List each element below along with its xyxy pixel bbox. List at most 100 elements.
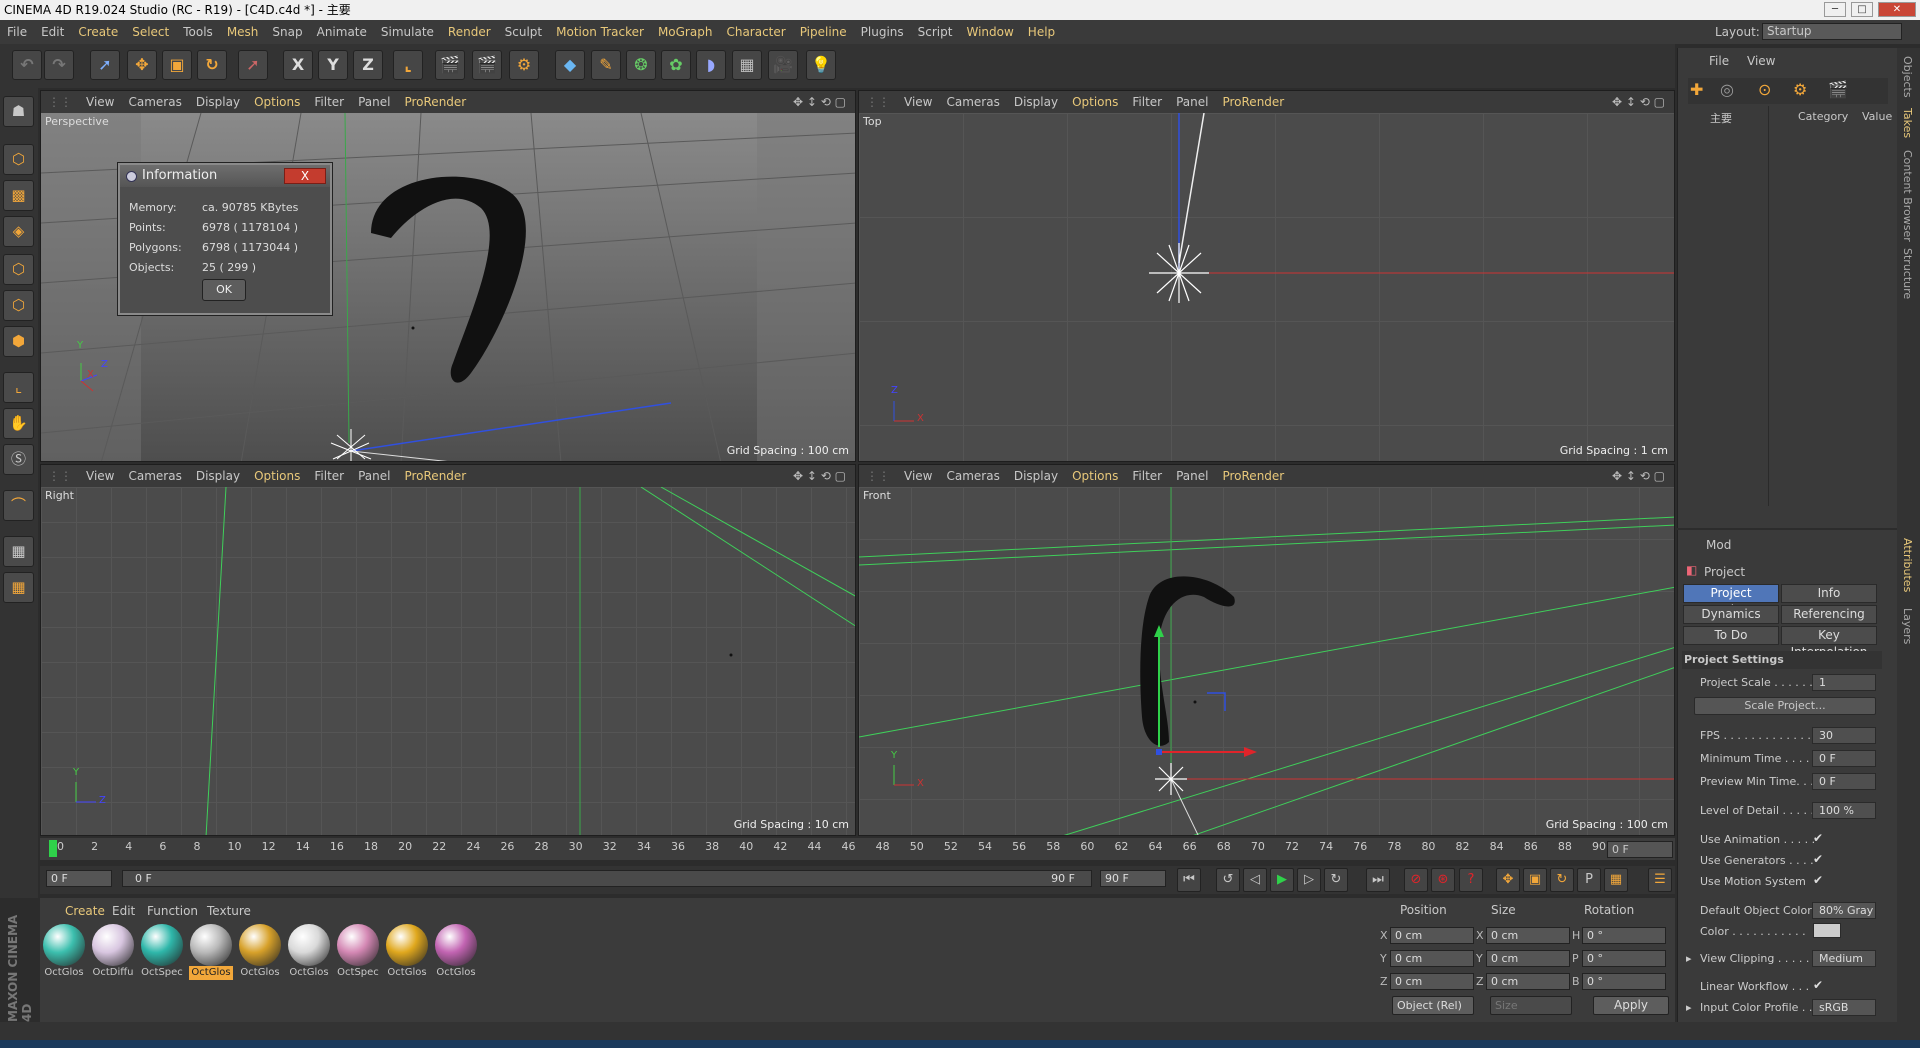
current-frame-field[interactable]: 0 F: [1607, 841, 1673, 858]
top-canvas[interactable]: Z X Grid Spacing : 1 cm: [859, 113, 1674, 461]
maximize-button[interactable]: □: [1851, 2, 1873, 17]
override-icon[interactable]: ⊙: [1758, 80, 1771, 99]
move-tool-icon[interactable]: ✥: [127, 50, 157, 80]
material-item[interactable]: OctSpec: [336, 924, 380, 986]
input-profile-dropdown[interactable]: sRGB: [1812, 999, 1876, 1016]
menu-sculpt[interactable]: Sculpt: [498, 20, 549, 44]
material-item[interactable]: OctGlos: [434, 924, 478, 986]
z-axis-lock-button[interactable]: Z: [353, 50, 383, 80]
viewport-menu-view[interactable]: View: [897, 91, 939, 113]
mat-menu-texture[interactable]: Texture: [207, 904, 251, 918]
light-icon[interactable]: 💡: [806, 50, 836, 80]
x-axis-lock-button[interactable]: X: [283, 50, 313, 80]
viewport-front[interactable]: ⋮⋮ View Cameras Display Options Filter Panel Pr…: [858, 464, 1675, 836]
menu-simulate[interactable]: Simulate: [374, 20, 441, 44]
size-field[interactable]: 0 cm: [1486, 950, 1570, 967]
next-key-icon[interactable]: ↻: [1324, 868, 1348, 892]
viewport-grip-icon[interactable]: ⋮⋮: [41, 91, 79, 113]
goto-end-icon[interactable]: ⏭: [1366, 868, 1390, 892]
layout-dropdown[interactable]: Startup: [1762, 23, 1902, 40]
viewport-nav-icons[interactable]: ✥ ↕ ⟲ ▢: [1605, 91, 1672, 113]
viewport-menu-prorender[interactable]: ProRender: [397, 91, 473, 113]
menu-character[interactable]: Character: [719, 20, 792, 44]
recent-tool-icon[interactable]: ➚: [238, 50, 268, 80]
viewport-menu-display[interactable]: Display: [189, 91, 247, 113]
snap-icon[interactable]: Ⓢ: [3, 444, 34, 475]
lock-override-icon[interactable]: 🎬: [1828, 80, 1848, 99]
viewport-menu-view[interactable]: View: [79, 91, 121, 113]
workplane-icon[interactable]: ◈: [3, 216, 34, 247]
take-sub-icon[interactable]: ◎: [1720, 80, 1734, 99]
min-time-field[interactable]: 0 F: [1812, 750, 1876, 767]
autokey-icon[interactable]: ⊛: [1431, 868, 1455, 892]
menu-plugins[interactable]: Plugins: [854, 20, 911, 44]
menu-pipeline[interactable]: Pipeline: [793, 20, 854, 44]
linear-workflow-checkbox[interactable]: ✔: [1813, 978, 1823, 992]
use-motion-checkbox[interactable]: ✔: [1813, 873, 1823, 887]
menu-tools[interactable]: Tools: [176, 20, 220, 44]
obj-menu-view[interactable]: View: [1747, 54, 1775, 68]
viewport-nav-icons[interactable]: ✥ ↕ ⟲ ▢: [786, 465, 853, 487]
texture-mode-icon[interactable]: ▩: [3, 180, 34, 211]
mat-menu-edit[interactable]: Edit: [112, 904, 135, 918]
viewport-top[interactable]: ⋮⋮ View Cameras Display Options Filter Panel Pr…: [858, 90, 1675, 462]
material-item[interactable]: OctGlos: [42, 924, 86, 986]
menu-mograph[interactable]: MoGraph: [651, 20, 720, 44]
preview-min-field[interactable]: 0 F: [1812, 773, 1876, 790]
goto-start-icon[interactable]: ⏮: [1177, 868, 1201, 892]
axis-mode-icon[interactable]: ⌞: [3, 372, 34, 403]
start-frame-field[interactable]: 0 F: [46, 870, 112, 887]
viewport-menu-options[interactable]: Options: [247, 465, 307, 487]
viewport-right[interactable]: ⋮⋮ View Cameras Display Options Filter Panel Pr…: [40, 464, 856, 836]
timeline-window-icon[interactable]: ☰: [1648, 868, 1672, 892]
project-scale-field[interactable]: 1: [1812, 674, 1876, 691]
viewport-grip-icon[interactable]: ⋮⋮: [41, 465, 79, 487]
viewport-menu-cameras[interactable]: Cameras: [121, 465, 188, 487]
fps-field[interactable]: 30: [1812, 727, 1876, 744]
rotation-field[interactable]: 0 °: [1582, 973, 1666, 990]
select-tool-icon[interactable]: ➚: [90, 50, 120, 80]
viewport-grip-icon[interactable]: ⋮⋮: [859, 465, 897, 487]
key-pla-icon[interactable]: ▦: [1604, 868, 1628, 892]
side-tab-takes[interactable]: Takes: [1901, 108, 1914, 138]
mat-menu-create[interactable]: Create: [65, 904, 105, 918]
close-window-button[interactable]: ✕: [1878, 2, 1916, 17]
render-picture-viewer-icon[interactable]: 🎬: [472, 50, 502, 80]
next-frame-icon[interactable]: ▷: [1297, 868, 1321, 892]
viewport-menu-cameras[interactable]: Cameras: [121, 91, 188, 113]
undo-icon[interactable]: ↶: [12, 50, 42, 80]
color-swatch[interactable]: [1813, 923, 1841, 938]
menu-motion-tracker[interactable]: Motion Tracker: [549, 20, 651, 44]
viewport-menu-filter[interactable]: Filter: [1125, 91, 1169, 113]
ok-button[interactable]: OK: [202, 279, 246, 301]
viewport-menu-panel[interactable]: Panel: [1169, 91, 1215, 113]
render-view-icon[interactable]: 🎬: [435, 50, 465, 80]
tab-to-do[interactable]: To Do: [1683, 626, 1779, 645]
edges-mode-icon[interactable]: ⬡: [3, 290, 34, 321]
tweak-mode-icon[interactable]: ✋: [3, 408, 34, 439]
menu-create[interactable]: Create: [71, 20, 125, 44]
menu-mesh[interactable]: Mesh: [220, 20, 266, 44]
expand-arrow-icon[interactable]: ▸: [1686, 1001, 1692, 1014]
viewport-grip-icon[interactable]: ⋮⋮: [859, 91, 897, 113]
viewport-menu-panel[interactable]: Panel: [1169, 465, 1215, 487]
apply-button[interactable]: Apply: [1593, 996, 1669, 1015]
camera-icon[interactable]: 🎥: [768, 50, 798, 80]
take-add-icon[interactable]: ✚: [1690, 80, 1703, 99]
viewport-menu-display[interactable]: Display: [1007, 91, 1065, 113]
default-color-dropdown[interactable]: 80% Gray: [1812, 902, 1876, 919]
viewport-menu-options[interactable]: Options: [1065, 91, 1125, 113]
rotation-field[interactable]: 0 °: [1582, 927, 1666, 944]
viewport-nav-icons[interactable]: ✥ ↕ ⟲ ▢: [1605, 465, 1672, 487]
floor-icon[interactable]: ▦: [732, 50, 762, 80]
end-frame-field[interactable]: 90 F: [1100, 870, 1166, 887]
menu-render[interactable]: Render: [441, 20, 498, 44]
viewport-menu-filter[interactable]: Filter: [1125, 465, 1169, 487]
menu-window[interactable]: Window: [959, 20, 1020, 44]
viewport-menu-options[interactable]: Options: [247, 91, 307, 113]
mat-menu-function[interactable]: Function: [147, 904, 198, 918]
size-field[interactable]: 0 cm: [1486, 927, 1570, 944]
position-field[interactable]: 0 cm: [1390, 973, 1474, 990]
viewport-menu-panel[interactable]: Panel: [351, 465, 397, 487]
size-field[interactable]: 0 cm: [1486, 973, 1570, 990]
